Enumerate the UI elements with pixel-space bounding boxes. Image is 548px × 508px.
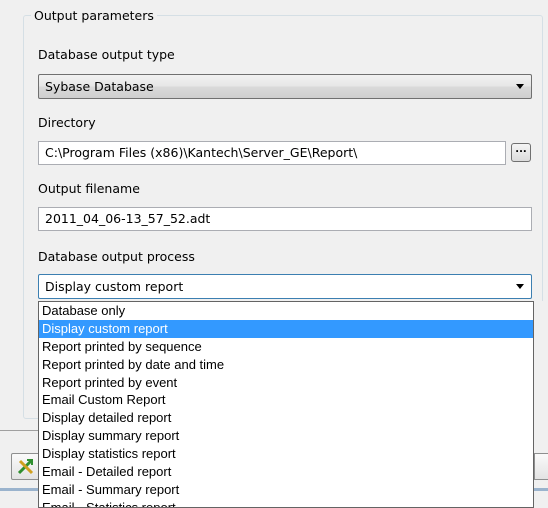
dropdown-option[interactable]: Display statistics report [39, 445, 533, 463]
dropdown-option[interactable]: Display detailed report [39, 409, 533, 427]
dropdown-option[interactable]: Email - Detailed report [39, 463, 533, 481]
dropdown-option[interactable]: Report printed by sequence [39, 338, 533, 356]
filename-label: Output filename [38, 181, 140, 196]
window-edge [534, 301, 548, 451]
browse-button[interactable]: ... [511, 143, 531, 162]
process-value: Display custom report [45, 279, 184, 294]
dropdown-option[interactable]: Report printed by event [39, 374, 533, 392]
dropdown-option[interactable]: Display custom report [39, 319, 533, 338]
group-title: Output parameters [31, 8, 157, 23]
status-strip [0, 488, 40, 491]
process-dropdown-list[interactable]: Database only Display custom report Report… [38, 301, 534, 508]
process-label: Database output process [38, 249, 195, 264]
directory-label: Directory [38, 115, 96, 130]
dropdown-option[interactable]: Display summary report [39, 427, 533, 445]
toolbar-divider [0, 430, 40, 431]
directory-field[interactable]: C:\Program Files (x86)\Kantech\Server_GE… [38, 141, 506, 165]
dropdown-option[interactable]: Report printed by date and time [39, 356, 533, 374]
db-type-label: Database output type [38, 47, 175, 62]
toolbar-button-right[interactable] [534, 453, 548, 480]
filename-field[interactable]: 2011_04_06-13_57_52.adt [38, 207, 532, 231]
dropdown-option[interactable]: Email - Summary report [39, 481, 533, 499]
process-select[interactable]: Display custom report [38, 274, 532, 299]
toolbar-button[interactable] [11, 453, 41, 480]
chevron-down-icon [516, 284, 524, 289]
dropdown-option[interactable]: Email Custom Report [39, 391, 533, 409]
db-type-select[interactable]: Sybase Database [38, 74, 532, 99]
status-strip-right [534, 488, 548, 491]
dropdown-option[interactable]: Email - Statistics report [39, 499, 533, 507]
db-type-value: Sybase Database [45, 79, 154, 94]
dropdown-option[interactable]: Database only [39, 302, 533, 320]
chevron-down-icon [516, 84, 524, 89]
green-arrow-x-icon [17, 459, 34, 475]
